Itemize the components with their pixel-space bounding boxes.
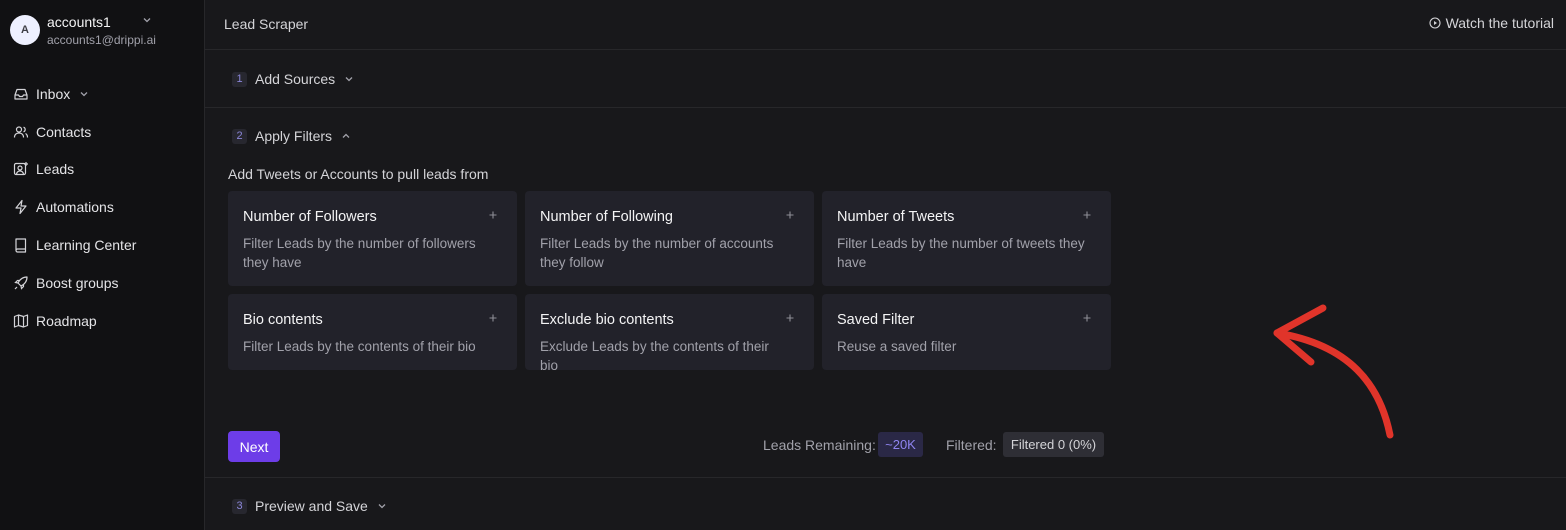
plus-icon[interactable] bbox=[784, 209, 796, 221]
leads-remaining-label: Leads Remaining: bbox=[763, 437, 876, 453]
filter-card-number-of-tweets[interactable]: Number of Tweets Filter Leads by the num… bbox=[822, 191, 1111, 286]
lightning-icon bbox=[13, 199, 29, 215]
account-switcher[interactable]: A accounts1 accounts1@drippi.ai bbox=[10, 12, 195, 48]
plus-icon[interactable] bbox=[487, 209, 499, 221]
filter-card-title: Exclude bio contents bbox=[540, 312, 674, 328]
map-icon bbox=[13, 313, 29, 329]
watch-tutorial-label: Watch the tutorial bbox=[1445, 15, 1554, 31]
next-button[interactable]: Next bbox=[228, 431, 280, 462]
step-number: 2 bbox=[232, 128, 247, 144]
filter-card-description: Filter Leads by the number of accounts t… bbox=[540, 236, 774, 270]
filtered-label: Filtered: bbox=[946, 437, 997, 453]
sidebar-item-label: Roadmap bbox=[36, 312, 97, 329]
sidebar-item-label: Contacts bbox=[36, 123, 92, 140]
step-number: 3 bbox=[232, 498, 247, 514]
annotation-arrow-icon bbox=[1273, 304, 1394, 439]
filter-card-title: Saved Filter bbox=[837, 312, 915, 328]
filter-card-saved-filter[interactable]: Saved Filter Reuse a saved filter bbox=[822, 294, 1111, 370]
user-plus-icon bbox=[13, 161, 29, 177]
filter-card-title: Number of Followers bbox=[243, 209, 377, 225]
step-add-sources[interactable]: 1 Add Sources bbox=[232, 71, 355, 87]
rocket-icon bbox=[13, 275, 29, 291]
filter-card-exclude-bio-contents[interactable]: Exclude bio contents Exclude Leads by th… bbox=[525, 294, 814, 373]
account-name: accounts1 bbox=[47, 14, 111, 30]
sidebar-item-label: Leads bbox=[36, 161, 75, 178]
plus-icon[interactable] bbox=[784, 312, 796, 324]
chevron-down-icon bbox=[345, 77, 353, 82]
filters-subtitle: Add Tweets or Accounts to pull leads fro… bbox=[228, 166, 489, 182]
sidebar-item-label: Automations bbox=[36, 199, 114, 216]
sidebar-nav: Inbox Contacts Leads Automations Learnin… bbox=[0, 75, 205, 340]
divider bbox=[205, 107, 1566, 108]
filter-card-description: Filter Leads by the contents of their bi… bbox=[243, 339, 476, 354]
step-apply-filters[interactable]: 2 Apply Filters bbox=[232, 128, 352, 144]
sidebar: A accounts1 accounts1@drippi.ai Inbox Co… bbox=[0, 0, 205, 530]
filtered-badge: Filtered 0 (0%) bbox=[1003, 432, 1104, 457]
step-number: 1 bbox=[232, 71, 247, 87]
filter-card-title: Bio contents bbox=[243, 312, 323, 328]
filter-card-number-of-followers[interactable]: Number of Followers Filter Leads by the … bbox=[228, 191, 517, 286]
chevron-down-icon bbox=[378, 504, 386, 509]
sidebar-item-label: Inbox bbox=[36, 85, 71, 102]
chevron-down-icon bbox=[143, 18, 151, 23]
step-preview-and-save[interactable]: 3 Preview and Save bbox=[232, 498, 388, 514]
filter-card-description: Exclude Leads by the contents of their b… bbox=[540, 339, 769, 373]
sidebar-item-contacts[interactable]: Contacts bbox=[0, 113, 205, 151]
play-circle-icon bbox=[1429, 17, 1441, 29]
book-icon bbox=[13, 237, 29, 253]
users-icon bbox=[13, 124, 29, 140]
sidebar-item-learning-center[interactable]: Learning Center bbox=[0, 226, 205, 264]
step-label: Preview and Save bbox=[255, 498, 368, 514]
leads-remaining-badge: ~20K bbox=[878, 432, 923, 457]
sidebar-item-inbox[interactable]: Inbox bbox=[0, 75, 205, 113]
chevron-up-icon bbox=[342, 133, 350, 138]
filter-card-title: Number of Following bbox=[540, 209, 673, 225]
sidebar-item-boost-groups[interactable]: Boost groups bbox=[0, 264, 205, 302]
sidebar-item-label: Boost groups bbox=[36, 274, 119, 291]
plus-icon[interactable] bbox=[1081, 209, 1093, 221]
filter-card-bio-contents[interactable]: Bio contents Filter Leads by the content… bbox=[228, 294, 517, 370]
page-title: Lead Scraper bbox=[224, 16, 309, 32]
step-label: Add Sources bbox=[255, 71, 336, 87]
plus-icon[interactable] bbox=[487, 312, 499, 324]
plus-icon[interactable] bbox=[1081, 312, 1093, 324]
divider bbox=[205, 477, 1566, 478]
sidebar-item-automations[interactable]: Automations bbox=[0, 188, 205, 226]
step-label: Apply Filters bbox=[255, 128, 333, 144]
chevron-down-icon bbox=[78, 88, 90, 100]
filter-card-description: Filter Leads by the number of followers … bbox=[243, 236, 476, 270]
filter-card-number-of-following[interactable]: Number of Following Filter Leads by the … bbox=[525, 191, 814, 286]
inbox-icon bbox=[13, 86, 29, 102]
main-content: Lead Scraper Watch the tutorial 1 Add So… bbox=[205, 0, 1566, 530]
filter-card-description: Filter Leads by the number of tweets the… bbox=[837, 236, 1085, 270]
filter-card-description: Reuse a saved filter bbox=[837, 339, 957, 354]
watch-tutorial-link[interactable]: Watch the tutorial bbox=[1429, 15, 1554, 31]
avatar: A bbox=[10, 15, 40, 45]
top-bar: Lead Scraper Watch the tutorial bbox=[205, 0, 1566, 50]
account-email: accounts1@drippi.ai bbox=[47, 33, 156, 47]
filter-card-title: Number of Tweets bbox=[837, 209, 955, 225]
sidebar-item-roadmap[interactable]: Roadmap bbox=[0, 302, 205, 340]
sidebar-item-label: Learning Center bbox=[36, 237, 137, 254]
sidebar-item-leads[interactable]: Leads bbox=[0, 151, 205, 189]
